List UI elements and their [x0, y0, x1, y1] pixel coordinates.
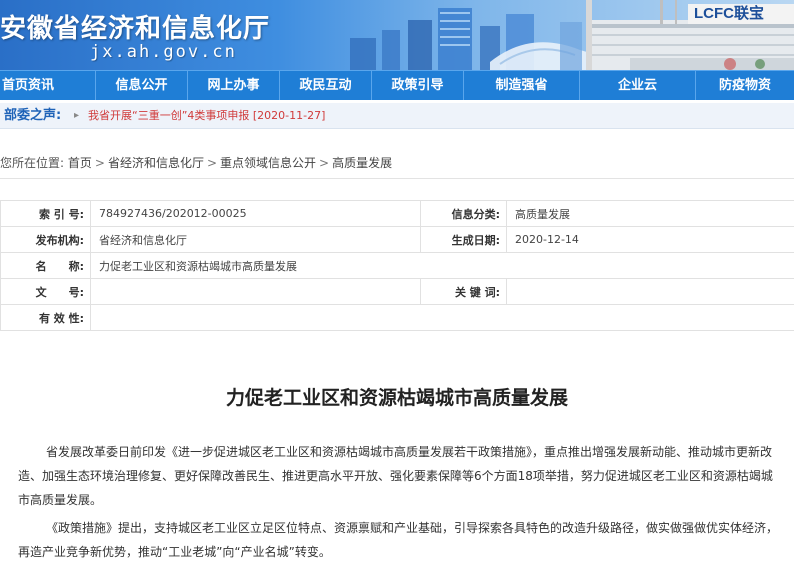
breadcrumb: 您所在位置: 首页 > 省经济和信息化厅 > 重点领域信息公开 > 高质量发展: [0, 154, 392, 171]
date-value: 2020-12-14: [506, 226, 794, 253]
breadcrumb-separator: >: [94, 156, 105, 170]
validity-value: [90, 304, 794, 331]
doc-number-value: [90, 278, 421, 305]
paragraph-line: 造、加强生态环境治理修复、更好保障改善民生、推进更高水平开放、强化要素保障等6个…: [18, 469, 773, 483]
nav-item-interaction[interactable]: 政民互动: [280, 71, 372, 100]
table-row: 有 效 性:: [0, 304, 794, 331]
category-value: 高质量发展: [506, 200, 794, 227]
notice-bar: 部委之声: ▸ 我省开展“三重一创”4类事项申报 [2020-11-27]: [0, 103, 794, 129]
nav-item-manufacturing[interactable]: 制造强省: [464, 71, 580, 100]
breadcrumb-key-areas[interactable]: 重点领域信息公开: [220, 156, 316, 170]
divider: [0, 178, 794, 179]
breadcrumb-prefix: 您所在位置:: [0, 156, 65, 170]
paragraph-line: 市高质量发展。: [18, 493, 103, 507]
keywords-label: 关 键 词:: [420, 278, 507, 305]
nav-item-enterprise-cloud[interactable]: 企业云: [580, 71, 696, 100]
notice-label: 部委之声:: [4, 108, 62, 123]
breadcrumb-department[interactable]: 省经济和信息化厅: [108, 156, 204, 170]
breadcrumb-separator: >: [319, 156, 330, 170]
chevron-right-icon: ▸: [74, 110, 80, 121]
article-paragraph: 省发展改革委日前印发《进一步促进城区老工业区和资源枯竭城市高质量发展若干政策措施…: [18, 440, 794, 512]
name-value: 力促老工业区和资源枯竭城市高质量发展: [90, 252, 794, 279]
validity-label: 有 效 性:: [0, 304, 91, 331]
breadcrumb-home[interactable]: 首页: [68, 156, 92, 170]
document-info-table: 索 引 号: 784927436/202012-00025 信息分类: 高质量发…: [0, 200, 794, 331]
doc-number-label: 文 号:: [0, 278, 91, 305]
index-label: 索 引 号:: [0, 200, 91, 227]
date-label: 生成日期:: [420, 226, 507, 253]
article-paragraph: 《政策措施》提出，支持城区老工业区立足区位特点、资源禀赋和产业基础，引导探索各具…: [18, 516, 794, 564]
table-row: 索 引 号: 784927436/202012-00025 信息分类: 高质量发…: [0, 200, 794, 227]
article-title: 力促老工业区和资源枯竭城市高质量发展: [225, 387, 568, 409]
breadcrumb-separator: >: [206, 156, 218, 170]
paragraph-line: 再造产业竞争新优势，推动“工业老城”向“产业名城”转变。: [18, 545, 331, 559]
brand-sign: LCFC联宝: [688, 4, 794, 24]
category-label: 信息分类:: [420, 200, 507, 227]
publisher-value: 省经济和信息化厅: [90, 226, 421, 253]
site-banner: 安徽省经济和信息化厅 jx.ah.gov.cn LCFC联宝: [0, 0, 794, 70]
nav-item-home[interactable]: 首页资讯: [0, 71, 96, 100]
nav-item-online-services[interactable]: 网上办事: [188, 71, 280, 100]
paragraph-line: 《政策措施》提出，支持城区老工业区立足区位特点、资源禀赋和产业基础，引导探索各具…: [46, 521, 779, 535]
paragraph-line: 省发展改革委日前印发《进一步促进城区老工业区和资源枯竭城市高质量发展若干政策措施…: [46, 445, 773, 459]
table-row: 文 号: 关 键 词:: [0, 278, 794, 305]
breadcrumb-current[interactable]: 高质量发展: [332, 156, 392, 170]
keywords-value: [506, 278, 794, 305]
nav-item-info-disclosure[interactable]: 信息公开: [96, 71, 188, 100]
table-row: 发布机构: 省经济和信息化厅 生成日期: 2020-12-14: [0, 226, 794, 253]
nav-item-policy-guidance[interactable]: 政策引导: [372, 71, 464, 100]
notice-link[interactable]: 我省开展“三重一创”4类事项申报 [2020-11-27]: [88, 103, 325, 129]
name-label: 名 称:: [0, 252, 91, 279]
table-row: 名 称: 力促老工业区和资源枯竭城市高质量发展: [0, 252, 794, 279]
index-value: 784927436/202012-00025: [90, 200, 421, 227]
nav-item-epidemic-supplies[interactable]: 防疫物资: [696, 71, 794, 100]
site-title[interactable]: 安徽省经济和信息化厅: [0, 8, 270, 45]
main-nav: 首页资讯 信息公开 网上办事 政民互动 政策引导 制造强省 企业云 防疫物资: [0, 70, 794, 100]
site-domain: jx.ah.gov.cn: [90, 42, 237, 62]
publisher-label: 发布机构:: [0, 226, 91, 253]
